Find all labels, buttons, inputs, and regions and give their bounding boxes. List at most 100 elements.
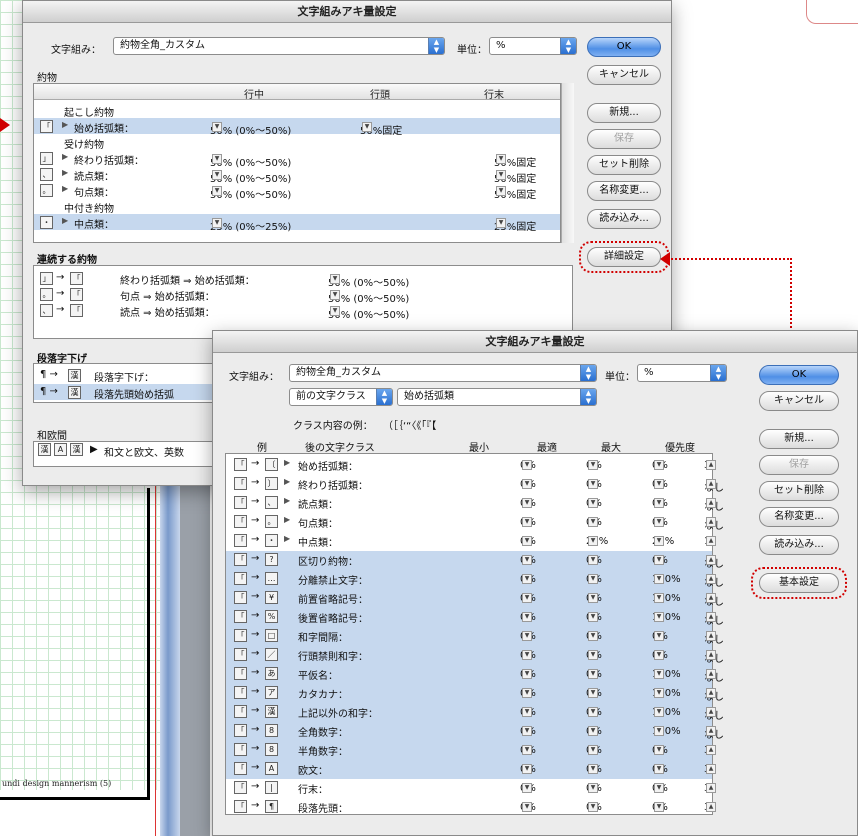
- table-row[interactable]: ¶ → 漢 段落先頭始め括弧: [34, 384, 228, 401]
- dropdown-arrow-icon[interactable]: ▼: [588, 574, 598, 584]
- dropdown-arrow-icon[interactable]: ▼: [522, 669, 532, 679]
- dropdown-arrow-icon[interactable]: ▼: [654, 688, 664, 698]
- table-row[interactable]: 「→8半角数字：0%▼0%▼0%▼3▲: [226, 741, 716, 760]
- before-class-select[interactable]: 前の文字クラス ▲ ▼: [289, 388, 393, 406]
- table-row[interactable]: 「→／行頭禁則和字：0%▼0%▼0%▼なし▲: [226, 646, 724, 665]
- expand-triangle-icon[interactable]: ▶: [62, 152, 68, 161]
- after-class-select[interactable]: 始め括弧類 ▲ ▼: [397, 388, 597, 406]
- ok-button[interactable]: OK: [759, 365, 839, 385]
- dropdown-arrow-icon[interactable]: ▼: [522, 631, 532, 641]
- table-row[interactable]: 「▶ 始め括弧類： 50% (0%〜50%) ▼ 50%固定 ▼: [34, 118, 560, 137]
- table-row[interactable]: 「→…分離禁止文字：0%▼0%▼100%▼なし▲: [226, 570, 724, 589]
- table-row[interactable]: 「→¶段落先頭：0%▼0%▼0%▼3▲: [226, 798, 716, 817]
- dropdown-arrow-icon[interactable]: ▼: [654, 536, 664, 546]
- cancel-button[interactable]: キャンセル: [759, 391, 839, 411]
- table-row[interactable]: 」 ▶ 終わり括弧類： 50% (0%〜50%) ▼ 50%固定 ▼: [34, 150, 560, 169]
- dropdown-arrow-icon[interactable]: ▼: [654, 593, 664, 603]
- dropdown-arrow-icon[interactable]: ▼: [522, 555, 532, 565]
- stepper-icon[interactable]: ▲: [706, 593, 716, 603]
- stepper-icon[interactable]: ▲: [706, 707, 716, 717]
- dropdown-arrow-icon[interactable]: ▼: [522, 574, 532, 584]
- table-row[interactable]: 「→〕▶終わり括弧類：0%▼0%▼0%▼なし▲: [226, 475, 724, 494]
- cancel-button[interactable]: キャンセル: [587, 65, 661, 85]
- dropdown-arrow-icon[interactable]: ▼: [212, 154, 222, 164]
- stepper-icon[interactable]: ▲: [706, 802, 716, 812]
- expand-triangle-icon[interactable]: ▶: [284, 477, 290, 486]
- dropdown-arrow-icon[interactable]: ▼: [588, 726, 598, 736]
- dropdown-arrow-icon[interactable]: ▼: [654, 669, 664, 679]
- dropdown-arrow-icon[interactable]: ▼: [654, 650, 664, 660]
- dropdown-arrow-icon[interactable]: ▼: [588, 498, 598, 508]
- dropdown-arrow-icon[interactable]: ▼: [522, 745, 532, 755]
- stepper-icon[interactable]: ▲: [706, 555, 716, 565]
- load-button[interactable]: 読み込み...: [587, 209, 661, 229]
- dropdown-arrow-icon[interactable]: ▼: [330, 306, 340, 316]
- table-row[interactable]: 「→〔▶始め括弧類：0%▼0%▼0%▼3▲: [226, 456, 716, 475]
- stepper-icon[interactable]: ▲: [706, 460, 716, 470]
- dropdown-arrow-icon[interactable]: ▼: [522, 650, 532, 660]
- stepper-icon[interactable]: ▲: [706, 764, 716, 774]
- table-row[interactable]: 「→・▶中点類：0%▼25%▼25%▼1▲: [226, 532, 716, 551]
- dropdown-arrow-icon[interactable]: ▼: [654, 764, 664, 774]
- unit-select[interactable]: % ▲ ▼: [489, 37, 577, 55]
- dropdown-arrow-icon[interactable]: ▼: [212, 122, 222, 132]
- expand-triangle-icon[interactable]: ▶: [62, 184, 68, 193]
- table-row[interactable]: ¶ → 漢 段落字下げ：: [34, 367, 228, 384]
- expand-triangle-icon[interactable]: ▶: [284, 515, 290, 524]
- stepper-icon[interactable]: ▲: [706, 726, 716, 736]
- dropdown-arrow-icon[interactable]: ▼: [588, 612, 598, 622]
- dropdown-arrow-icon[interactable]: ▼: [654, 460, 664, 470]
- stepper-icon[interactable]: ▲: [706, 688, 716, 698]
- table-row[interactable]: 。 → 「句点 ⇒ 始め括弧類： 50% (0%〜50%) ▼: [34, 286, 572, 305]
- new-button[interactable]: 新規...: [759, 429, 839, 449]
- expand-triangle-icon[interactable]: ▶: [90, 444, 98, 455]
- dropdown-arrow-icon[interactable]: ▼: [588, 631, 598, 641]
- table-row[interactable]: 「→A欧文：0%▼0%▼0%▼3▲: [226, 760, 716, 779]
- table-row[interactable]: 「→|行末：0%▼0%▼0%▼3▲: [226, 779, 716, 798]
- dropdown-arrow-icon[interactable]: ▼: [654, 612, 664, 622]
- table-row[interactable]: 「→¥前置省略記号：0%▼0%▼100%▼なし▲: [226, 589, 724, 608]
- dropdown-arrow-icon[interactable]: ▼: [212, 186, 222, 196]
- dropdown-arrow-icon[interactable]: ▼: [588, 669, 598, 679]
- dropdown-arrow-icon[interactable]: ▼: [654, 726, 664, 736]
- dropdown-arrow-icon[interactable]: ▼: [496, 186, 506, 196]
- table-row[interactable]: 「→、▶読点類：0%▼0%▼0%▼なし▲: [226, 494, 724, 513]
- rename-button[interactable]: 名称変更...: [587, 181, 661, 201]
- dropdown-arrow-icon[interactable]: ▼: [588, 536, 598, 546]
- dropdown-arrow-icon[interactable]: ▼: [654, 555, 664, 565]
- dropdown-arrow-icon[interactable]: ▼: [588, 517, 598, 527]
- dropdown-arrow-icon[interactable]: ▼: [330, 290, 340, 300]
- delete-set-button[interactable]: セット削除: [587, 155, 661, 175]
- expand-triangle-icon[interactable]: ▶: [284, 534, 290, 543]
- ok-button[interactable]: OK: [587, 37, 661, 57]
- dropdown-arrow-icon[interactable]: ▼: [654, 631, 664, 641]
- stepper-icon[interactable]: ▲: [706, 631, 716, 641]
- table-row[interactable]: 「→%後置省略記号：0%▼0%▼100%▼なし▲: [226, 608, 724, 627]
- table-row[interactable]: 「→□和字間隔：0%▼0%▼0%▼なし▲: [226, 627, 724, 646]
- dropdown-arrow-icon[interactable]: ▼: [654, 498, 664, 508]
- dropdown-arrow-icon[interactable]: ▼: [654, 517, 664, 527]
- dropdown-arrow-icon[interactable]: ▼: [654, 783, 664, 793]
- dropdown-arrow-icon[interactable]: ▼: [588, 460, 598, 470]
- dropdown-arrow-icon[interactable]: ▼: [588, 745, 598, 755]
- dropdown-arrow-icon[interactable]: ▼: [588, 688, 598, 698]
- stepper-icon[interactable]: ▲: [706, 783, 716, 793]
- dropdown-arrow-icon[interactable]: ▼: [496, 154, 506, 164]
- stepper-icon[interactable]: ▲: [706, 536, 716, 546]
- save-button[interactable]: 保存: [759, 455, 839, 475]
- dropdown-arrow-icon[interactable]: ▼: [522, 726, 532, 736]
- dropdown-arrow-icon[interactable]: ▼: [654, 479, 664, 489]
- table-row[interactable]: 「→あ平仮名：0%▼0%▼100%▼なし▲: [226, 665, 724, 684]
- new-button[interactable]: 新規...: [587, 103, 661, 123]
- table-row[interactable]: 「→アカタカナ：0%▼0%▼100%▼なし▲: [226, 684, 724, 703]
- dropdown-arrow-icon[interactable]: ▼: [588, 593, 598, 603]
- dropdown-arrow-icon[interactable]: ▼: [522, 517, 532, 527]
- dropdown-arrow-icon[interactable]: ▼: [522, 593, 532, 603]
- table-row[interactable]: 「→。▶句点類：0%▼0%▼0%▼なし▲: [226, 513, 724, 532]
- dropdown-arrow-icon[interactable]: ▼: [212, 170, 222, 180]
- dropdown-arrow-icon[interactable]: ▼: [588, 650, 598, 660]
- stepper-icon[interactable]: ▲: [706, 650, 716, 660]
- dropdown-arrow-icon[interactable]: ▼: [522, 783, 532, 793]
- load-button[interactable]: 読み込み...: [759, 535, 839, 555]
- table-row[interactable]: 、 ▶ 読点類： 50% (0%〜50%) ▼ 50%固定 ▼: [34, 166, 560, 185]
